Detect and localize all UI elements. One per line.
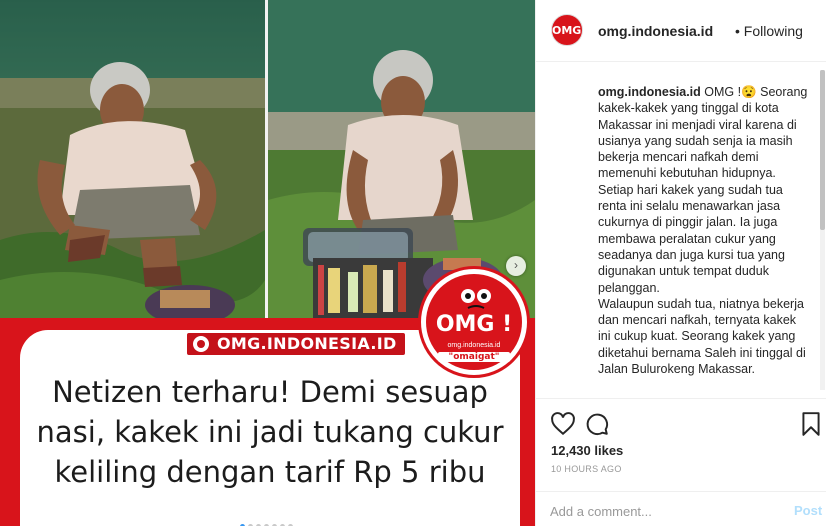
likes-count[interactable]: 12,430 likes [551,443,623,458]
photo-left [0,0,265,330]
chevron-right-icon: › [514,258,518,272]
headline-line: keliling dengan tarif Rp 5 ribu [54,455,486,489]
post-actions: 12,430 likes 10 HOURS AGO Post [536,398,826,526]
post-panel: OMG! omg.indonesia.id • Following omg.in… [535,0,826,526]
heart-icon[interactable] [550,411,576,437]
username-link[interactable]: omg.indonesia.id [598,23,713,39]
brand-tag-text: OMG.INDONESIA.ID [217,334,397,353]
comment-row: Post [536,491,826,526]
post-header: OMG! omg.indonesia.id • Following [536,0,826,62]
omg-badge-text: OMG ! [435,312,513,337]
caption-area[interactable]: omg.indonesia.id OMG !😧 Seorang kakek-ka… [536,62,826,398]
carousel-next-button[interactable]: › [506,256,526,276]
avatar[interactable]: OMG! [551,14,583,46]
brand-tag: OMG.INDONESIA.ID [187,333,405,355]
caption-paragraph: omg.indonesia.id OMG !😧 Seorang kakek-ka… [598,84,810,182]
caption-paragraph: Walaupun sudah tua, niatnya bekerja dan … [598,296,806,377]
caption-username[interactable]: omg.indonesia.id [598,85,701,99]
omg-logo-badge: OMG ! omg.indonesia.id "omaigat" [418,266,530,378]
post-comment-button[interactable]: Post [794,503,822,518]
post-media[interactable]: OMG.INDONESIA.ID Netizen terharu! Demi s… [0,0,535,526]
caption: omg.indonesia.id OMG !😧 Seorang kakek-ka… [598,84,810,377]
carousel-dots [240,516,296,526]
post-timestamp[interactable]: 10 HOURS AGO [551,464,622,474]
following-button[interactable]: • Following [735,23,803,39]
avatar-logo-text: OMG! [552,24,583,37]
face-icon [461,289,491,309]
headline: Netizen terharu! Demi sesuap nasi, kakek… [24,372,516,492]
caption-text: OMG !😧 Seorang kakek-kakek yang tinggal … [598,85,808,181]
caption-scrollbar[interactable] [820,70,825,390]
omg-badge-site: omg.indonesia.id [447,342,501,349]
headline-line: Netizen terharu! Demi sesuap [52,375,488,409]
brand-dot-icon [193,336,209,352]
omg-badge-tagline: "omaigat" [438,352,510,362]
headline-line: nasi, kakek ini jadi tukang cukur [36,415,504,449]
scrollbar-thumb[interactable] [820,70,825,230]
comment-icon[interactable] [584,411,610,437]
comment-input[interactable] [550,502,770,520]
caption-paragraph: Setiap hari kakek yang sudah tua renta i… [598,182,785,295]
bookmark-icon[interactable] [798,411,824,437]
